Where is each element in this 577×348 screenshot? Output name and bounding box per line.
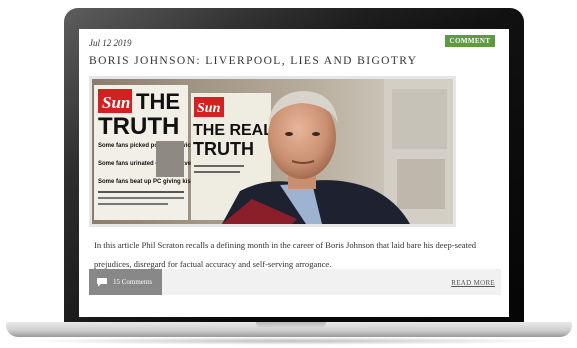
- paper2-headline-line1: THE REAL: [193, 122, 273, 139]
- speech-bubble-icon: [97, 278, 107, 287]
- paper1-bullet-1: Some fans picked pockets of victims: [98, 143, 204, 149]
- paper1-masthead: Sun: [102, 93, 130, 112]
- paper1-headline-line1: THE: [136, 89, 180, 114]
- paper1-bullet-2: Some fans urinated on the brave cops: [98, 161, 207, 167]
- comments-button[interactable]: 15 Comments: [89, 269, 162, 295]
- comments-count: 15 Comments: [113, 278, 153, 286]
- laptop-shadow: [20, 337, 560, 345]
- read-more-link[interactable]: READ MORE: [451, 279, 495, 287]
- post-footer: 15 Comments READ MORE: [89, 269, 501, 295]
- paper2-masthead: Sun: [197, 101, 221, 116]
- featured-image-frame[interactable]: Sun THE TRUTH Some fans picked pockets o…: [89, 76, 456, 227]
- post-date: Jul 12 2019: [89, 38, 132, 48]
- featured-image: Sun THE TRUTH Some fans picked pockets o…: [92, 79, 453, 224]
- paper1-headline-line2: TRUTH: [98, 113, 179, 140]
- category-badge[interactable]: COMMENT: [445, 35, 495, 47]
- laptop-screen: Jul 12 2019 COMMENT BORIS JOHNSON: LIVER…: [79, 29, 509, 317]
- laptop-base-notch: [256, 322, 326, 328]
- paper2-headline-line2: TRUTH: [193, 139, 254, 159]
- post-title[interactable]: BORIS JOHNSON: LIVERPOOL, LIES AND BIGOT…: [89, 55, 489, 67]
